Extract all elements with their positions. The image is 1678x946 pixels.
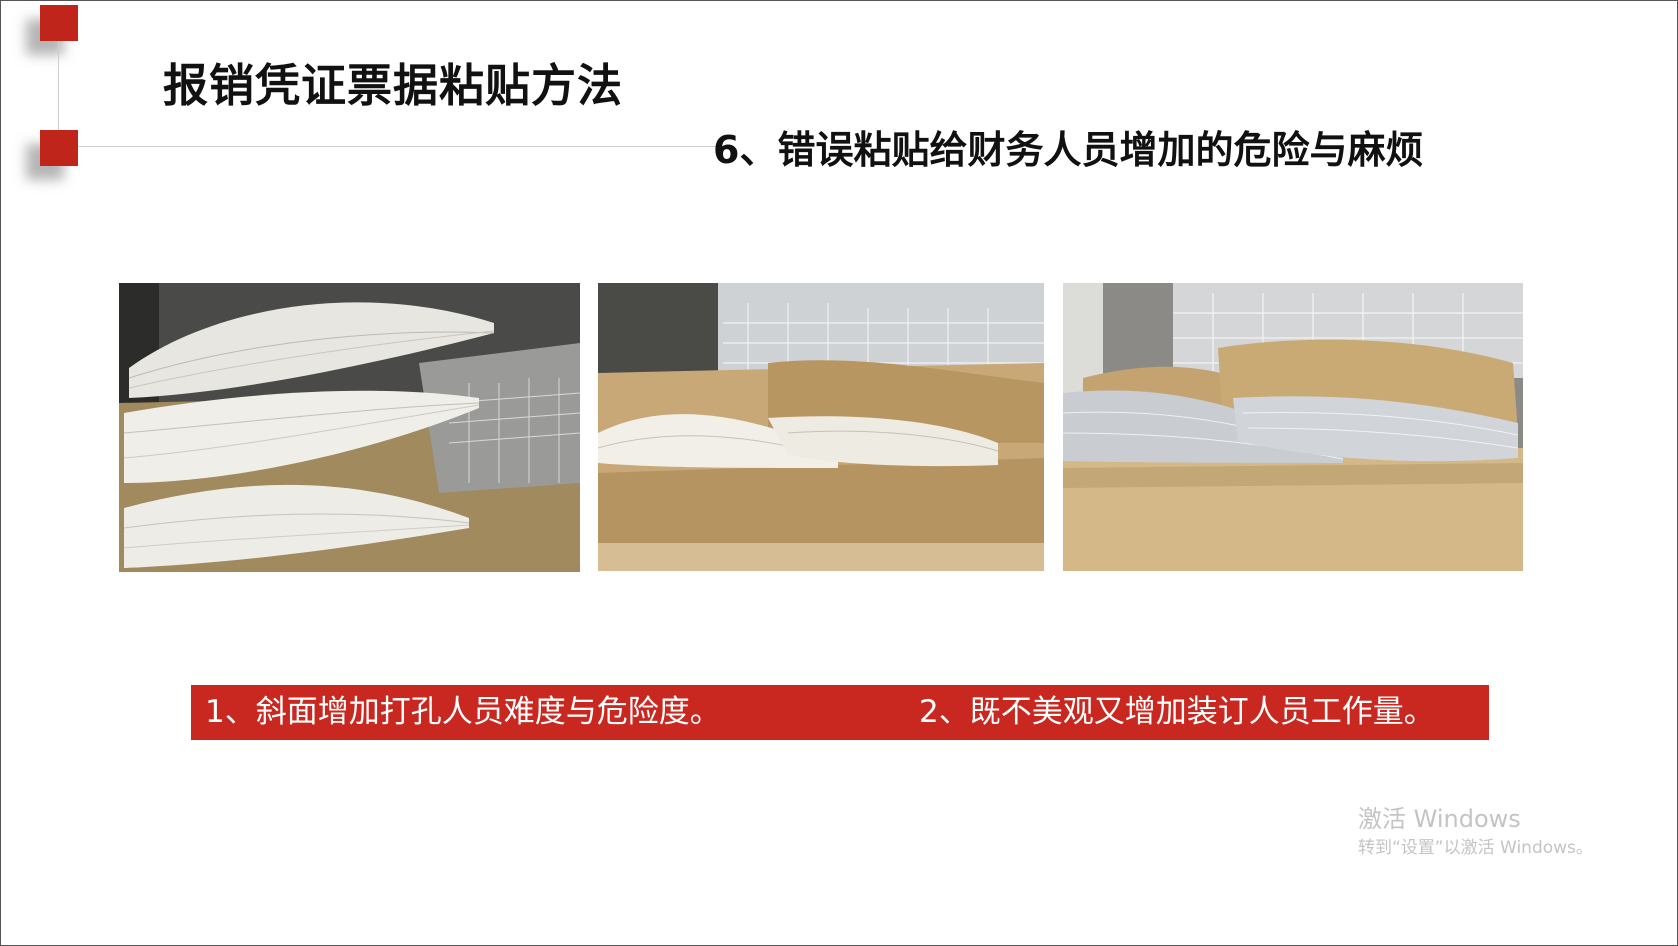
red-decorative-square-middle: [40, 130, 78, 166]
slide-title: 报销凭证票据粘贴方法: [163, 59, 624, 112]
caption-left: 1、斜面增加打孔人员难度与危险度。: [205, 694, 721, 730]
caption-bar: 1、斜面增加打孔人员难度与危险度。 2、既不美观又增加装订人员工作量。: [191, 685, 1489, 740]
caption-right: 2、既不美观又增加装订人员工作量。: [919, 694, 1435, 730]
stacked-voucher-bundles-photo: [119, 283, 580, 572]
decorative-vertical-line: [58, 41, 59, 131]
presentation-slide: 报销凭证票据粘贴方法 6、错误粘贴给财务人员增加的危险与麻烦 1、斜面增加打孔人…: [0, 0, 1678, 946]
red-decorative-square-top: [40, 5, 78, 41]
windows-activation-watermark-title: 激活 Windows: [1358, 805, 1521, 833]
slide-subtitle: 6、错误粘贴给财务人员增加的危险与麻烦: [713, 128, 1424, 172]
decorative-horizontal-line: [78, 146, 718, 147]
windows-activation-watermark-subtitle: 转到“设置”以激活 Windows。: [1358, 838, 1593, 858]
voucher-bundles-with-covers-photo: [1063, 283, 1523, 571]
two-wedge-voucher-bundles-photo: [598, 283, 1044, 571]
